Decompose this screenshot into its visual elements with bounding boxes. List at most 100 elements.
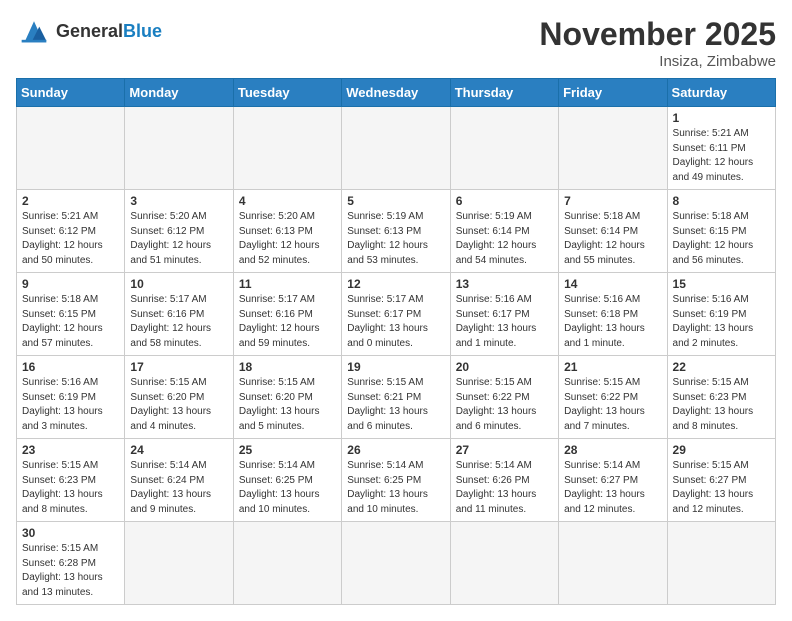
day-info: Sunrise: 5:18 AM Sunset: 6:15 PM Dayligh… — [673, 210, 770, 268]
calendar-cell — [450, 522, 558, 605]
calendar-cell: 19 Sunrise: 5:15 AM Sunset: 6:21 PM Dayli… — [342, 356, 450, 439]
calendar-cell: 4 Sunrise: 5:20 AM Sunset: 6:13 PM Daylig… — [233, 190, 341, 273]
day-number: 12 — [347, 277, 444, 291]
day-info: Sunrise: 5:17 AM Sunset: 6:16 PM Dayligh… — [130, 293, 227, 351]
day-info: Sunrise: 5:15 AM Sunset: 6:22 PM Dayligh… — [456, 376, 553, 434]
calendar-cell — [233, 522, 341, 605]
day-number: 20 — [456, 360, 553, 374]
day-number: 22 — [673, 360, 770, 374]
calendar-cell: 3 Sunrise: 5:20 AM Sunset: 6:12 PM Daylig… — [125, 190, 233, 273]
day-info: Sunrise: 5:15 AM Sunset: 6:28 PM Dayligh… — [22, 542, 119, 600]
day-number: 5 — [347, 194, 444, 208]
day-number: 13 — [456, 277, 553, 291]
calendar-header-row: SundayMondayTuesdayWednesdayThursdayFrid… — [17, 79, 776, 107]
calendar-week-row: 23 Sunrise: 5:15 AM Sunset: 6:23 PM Dayli… — [17, 439, 776, 522]
day-info: Sunrise: 5:20 AM Sunset: 6:13 PM Dayligh… — [239, 210, 336, 268]
title-block: November 2025 Insiza, Zimbabwe — [539, 16, 776, 70]
calendar-cell: 11Sunrise: 5:17 AM Sunset: 6:16 PM Dayli… — [233, 273, 341, 356]
day-number: 4 — [239, 194, 336, 208]
calendar-cell: 26Sunrise: 5:14 AM Sunset: 6:25 PM Dayli… — [342, 439, 450, 522]
day-info: Sunrise: 5:16 AM Sunset: 6:19 PM Dayligh… — [22, 376, 119, 434]
calendar-cell: 25 Sunrise: 5:14 AM Sunset: 6:25 PM Dayli… — [233, 439, 341, 522]
day-info: Sunrise: 5:14 AM Sunset: 6:25 PM Dayligh… — [239, 459, 336, 517]
day-info: Sunrise: 5:14 AM Sunset: 6:26 PM Dayligh… — [456, 459, 553, 517]
calendar-cell: 10 Sunrise: 5:17 AM Sunset: 6:16 PM Dayli… — [125, 273, 233, 356]
day-number: 7 — [564, 194, 661, 208]
day-number: 24 — [130, 443, 227, 457]
calendar-week-row: 9Sunrise: 5:18 AM Sunset: 6:15 PM Daylig… — [17, 273, 776, 356]
day-info: Sunrise: 5:15 AM Sunset: 6:21 PM Dayligh… — [347, 376, 444, 434]
day-info: Sunrise: 5:16 AM Sunset: 6:18 PM Dayligh… — [564, 293, 661, 351]
day-number: 6 — [456, 194, 553, 208]
location: Insiza, Zimbabwe — [539, 53, 776, 70]
calendar-cell: 15 Sunrise: 5:16 AM Sunset: 6:19 PM Dayli… — [667, 273, 775, 356]
day-number: 26 — [347, 443, 444, 457]
day-number: 1 — [673, 111, 770, 125]
day-info: Sunrise: 5:15 AM Sunset: 6:23 PM Dayligh… — [673, 376, 770, 434]
calendar-cell: 14 Sunrise: 5:16 AM Sunset: 6:18 PM Dayli… — [559, 273, 667, 356]
day-number: 19 — [347, 360, 444, 374]
day-number: 9 — [22, 277, 119, 291]
day-info: Sunrise: 5:16 AM Sunset: 6:19 PM Dayligh… — [673, 293, 770, 351]
calendar-cell: 29Sunrise: 5:15 AM Sunset: 6:27 PM Dayli… — [667, 439, 775, 522]
calendar-cell — [233, 107, 341, 190]
day-info: Sunrise: 5:18 AM Sunset: 6:14 PM Dayligh… — [564, 210, 661, 268]
calendar-cell: 7 Sunrise: 5:18 AM Sunset: 6:14 PM Daylig… — [559, 190, 667, 273]
day-info: Sunrise: 5:19 AM Sunset: 6:13 PM Dayligh… — [347, 210, 444, 268]
calendar-cell: 21 Sunrise: 5:15 AM Sunset: 6:22 PM Dayli… — [559, 356, 667, 439]
day-info: Sunrise: 5:15 AM Sunset: 6:22 PM Dayligh… — [564, 376, 661, 434]
day-number: 15 — [673, 277, 770, 291]
calendar-cell — [667, 522, 775, 605]
logo: GeneralBlue — [16, 16, 162, 46]
day-number: 11 — [239, 277, 336, 291]
day-number: 2 — [22, 194, 119, 208]
calendar-cell: 12 Sunrise: 5:17 AM Sunset: 6:17 PM Dayli… — [342, 273, 450, 356]
month-title: November 2025 — [539, 16, 776, 53]
calendar-cell — [17, 107, 125, 190]
day-number: 17 — [130, 360, 227, 374]
day-info: Sunrise: 5:15 AM Sunset: 6:23 PM Dayligh… — [22, 459, 119, 517]
calendar-cell: 22 Sunrise: 5:15 AM Sunset: 6:23 PM Dayli… — [667, 356, 775, 439]
day-number: 23 — [22, 443, 119, 457]
day-info: Sunrise: 5:16 AM Sunset: 6:17 PM Dayligh… — [456, 293, 553, 351]
calendar-cell: 23 Sunrise: 5:15 AM Sunset: 6:23 PM Dayli… — [17, 439, 125, 522]
day-info: Sunrise: 5:15 AM Sunset: 6:20 PM Dayligh… — [130, 376, 227, 434]
day-number: 29 — [673, 443, 770, 457]
day-number: 21 — [564, 360, 661, 374]
calendar-cell: 2Sunrise: 5:21 AM Sunset: 6:12 PM Daylig… — [17, 190, 125, 273]
calendar-cell — [450, 107, 558, 190]
calendar-cell: 27Sunrise: 5:14 AM Sunset: 6:26 PM Dayli… — [450, 439, 558, 522]
calendar-cell: 24Sunrise: 5:14 AM Sunset: 6:24 PM Dayli… — [125, 439, 233, 522]
calendar-cell: 1Sunrise: 5:21 AM Sunset: 6:11 PM Daylig… — [667, 107, 775, 190]
day-number: 10 — [130, 277, 227, 291]
page-header: GeneralBlue November 2025 Insiza, Zimbab… — [16, 16, 776, 70]
day-header-sunday: Sunday — [17, 79, 125, 107]
day-info: Sunrise: 5:17 AM Sunset: 6:17 PM Dayligh… — [347, 293, 444, 351]
calendar-cell: 17 Sunrise: 5:15 AM Sunset: 6:20 PM Dayli… — [125, 356, 233, 439]
day-number: 25 — [239, 443, 336, 457]
day-number: 3 — [130, 194, 227, 208]
calendar-cell: 28Sunrise: 5:14 AM Sunset: 6:27 PM Dayli… — [559, 439, 667, 522]
calendar-cell: 30 Sunrise: 5:15 AM Sunset: 6:28 PM Dayli… — [17, 522, 125, 605]
calendar-cell: 8 Sunrise: 5:18 AM Sunset: 6:15 PM Daylig… — [667, 190, 775, 273]
day-info: Sunrise: 5:15 AM Sunset: 6:20 PM Dayligh… — [239, 376, 336, 434]
calendar-cell: 5 Sunrise: 5:19 AM Sunset: 6:13 PM Daylig… — [342, 190, 450, 273]
calendar-cell — [342, 107, 450, 190]
calendar-cell — [559, 522, 667, 605]
day-number: 30 — [22, 526, 119, 540]
day-header-saturday: Saturday — [667, 79, 775, 107]
calendar-cell: 16Sunrise: 5:16 AM Sunset: 6:19 PM Dayli… — [17, 356, 125, 439]
day-number: 14 — [564, 277, 661, 291]
calendar-cell — [342, 522, 450, 605]
day-number: 18 — [239, 360, 336, 374]
calendar-week-row: 1Sunrise: 5:21 AM Sunset: 6:11 PM Daylig… — [17, 107, 776, 190]
calendar-week-row: 2Sunrise: 5:21 AM Sunset: 6:12 PM Daylig… — [17, 190, 776, 273]
day-header-thursday: Thursday — [450, 79, 558, 107]
day-header-monday: Monday — [125, 79, 233, 107]
calendar-cell: 20 Sunrise: 5:15 AM Sunset: 6:22 PM Dayli… — [450, 356, 558, 439]
calendar-cell — [125, 522, 233, 605]
day-info: Sunrise: 5:14 AM Sunset: 6:27 PM Dayligh… — [564, 459, 661, 517]
day-info: Sunrise: 5:20 AM Sunset: 6:12 PM Dayligh… — [130, 210, 227, 268]
calendar-cell: 9Sunrise: 5:18 AM Sunset: 6:15 PM Daylig… — [17, 273, 125, 356]
day-number: 8 — [673, 194, 770, 208]
